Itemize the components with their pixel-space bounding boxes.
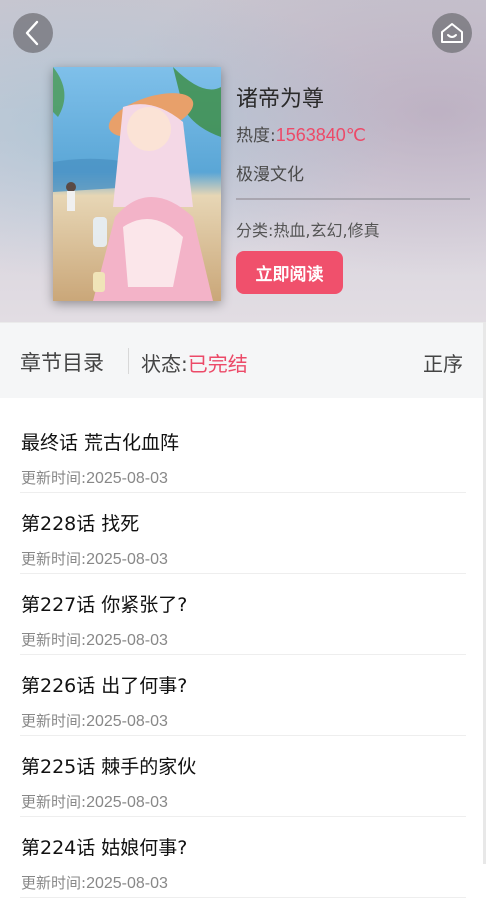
chapter-update-time: 更新时间:2025-08-03 [21,791,168,812]
chapter-item[interactable]: 第228话 找死 更新时间:2025-08-03 [20,493,466,574]
comic-header: 诸帝为尊 热度:1563840℃ 极漫文化 分类:热血,玄幻,修真 立即阅读 [0,0,486,322]
info-divider [236,198,470,200]
home-button[interactable] [432,13,472,53]
read-now-button[interactable]: 立即阅读 [236,251,343,294]
heat-info: 热度:1563840℃ [236,121,366,146]
chapter-update-time: 更新时间:2025-08-03 [21,710,168,731]
update-label: 更新时间: [21,712,87,730]
chapter-name: 第226话 出了何事? [21,675,188,697]
cover-illustration [53,67,221,301]
chapter-name: 最终话 荒古化血阵 [21,432,180,454]
chapter-item[interactable]: 第225话 棘手的家伙 更新时间:2025-08-03 [20,736,466,817]
chapter-item[interactable]: 第227话 你紧张了? 更新时间:2025-08-03 [20,574,466,655]
chapter-date: 2025-08-03 [86,875,168,892]
heat-label: 热度: [236,126,276,146]
chapter-date: 2025-08-03 [86,632,168,649]
chapter-name: 第225话 棘手的家伙 [21,756,197,778]
comic-cover-image[interactable] [53,67,221,301]
update-label: 更新时间: [21,631,87,649]
chapter-date: 2025-08-03 [86,794,168,811]
chapter-name: 第224话 姑娘何事? [21,837,188,859]
chapter-list: 最终话 荒古化血阵 更新时间:2025-08-03 第228话 找死 更新时间:… [20,412,466,898]
chapter-name: 第227话 你紧张了? [21,594,188,616]
catalog-title: 章节目录 [20,351,104,375]
home-icon [441,23,463,43]
chapter-item[interactable]: 第224话 姑娘何事? 更新时间:2025-08-03 [20,817,466,898]
chapter-item[interactable]: 第226话 出了何事? 更新时间:2025-08-03 [20,655,466,736]
chapter-date: 2025-08-03 [86,713,168,730]
chapter-item[interactable]: 最终话 荒古化血阵 更新时间:2025-08-03 [20,412,466,493]
chapter-update-time: 更新时间:2025-08-03 [21,467,168,488]
catalog-bar: 章节目录 状态:已完结 正序 [0,322,486,398]
chapter-date: 2025-08-03 [86,551,168,568]
chapter-date: 2025-08-03 [86,470,168,487]
status-value: 已完结 [187,352,248,376]
sort-order-button[interactable]: 正序 [423,348,463,377]
genre-tags: 分类:热血,玄幻,修真 [236,221,380,240]
update-label: 更新时间: [21,793,87,811]
update-label: 更新时间: [21,469,87,487]
status-label: 状态: [141,352,188,376]
chapter-update-time: 更新时间:2025-08-03 [21,872,168,893]
update-label: 更新时间: [21,874,87,892]
publisher-name: 极漫文化 [236,165,304,185]
chapter-update-time: 更新时间:2025-08-03 [21,548,168,569]
heat-value: 1563840℃ [275,125,367,145]
update-label: 更新时间: [21,550,87,568]
catalog-divider [128,348,129,374]
chapter-name: 第228话 找死 [21,513,140,535]
back-button[interactable] [13,13,53,53]
comic-title: 诸帝为尊 [236,87,325,112]
status-info: 状态:已完结 [141,348,248,377]
chapter-update-time: 更新时间:2025-08-03 [21,629,168,650]
chevron-left-icon [25,20,39,46]
